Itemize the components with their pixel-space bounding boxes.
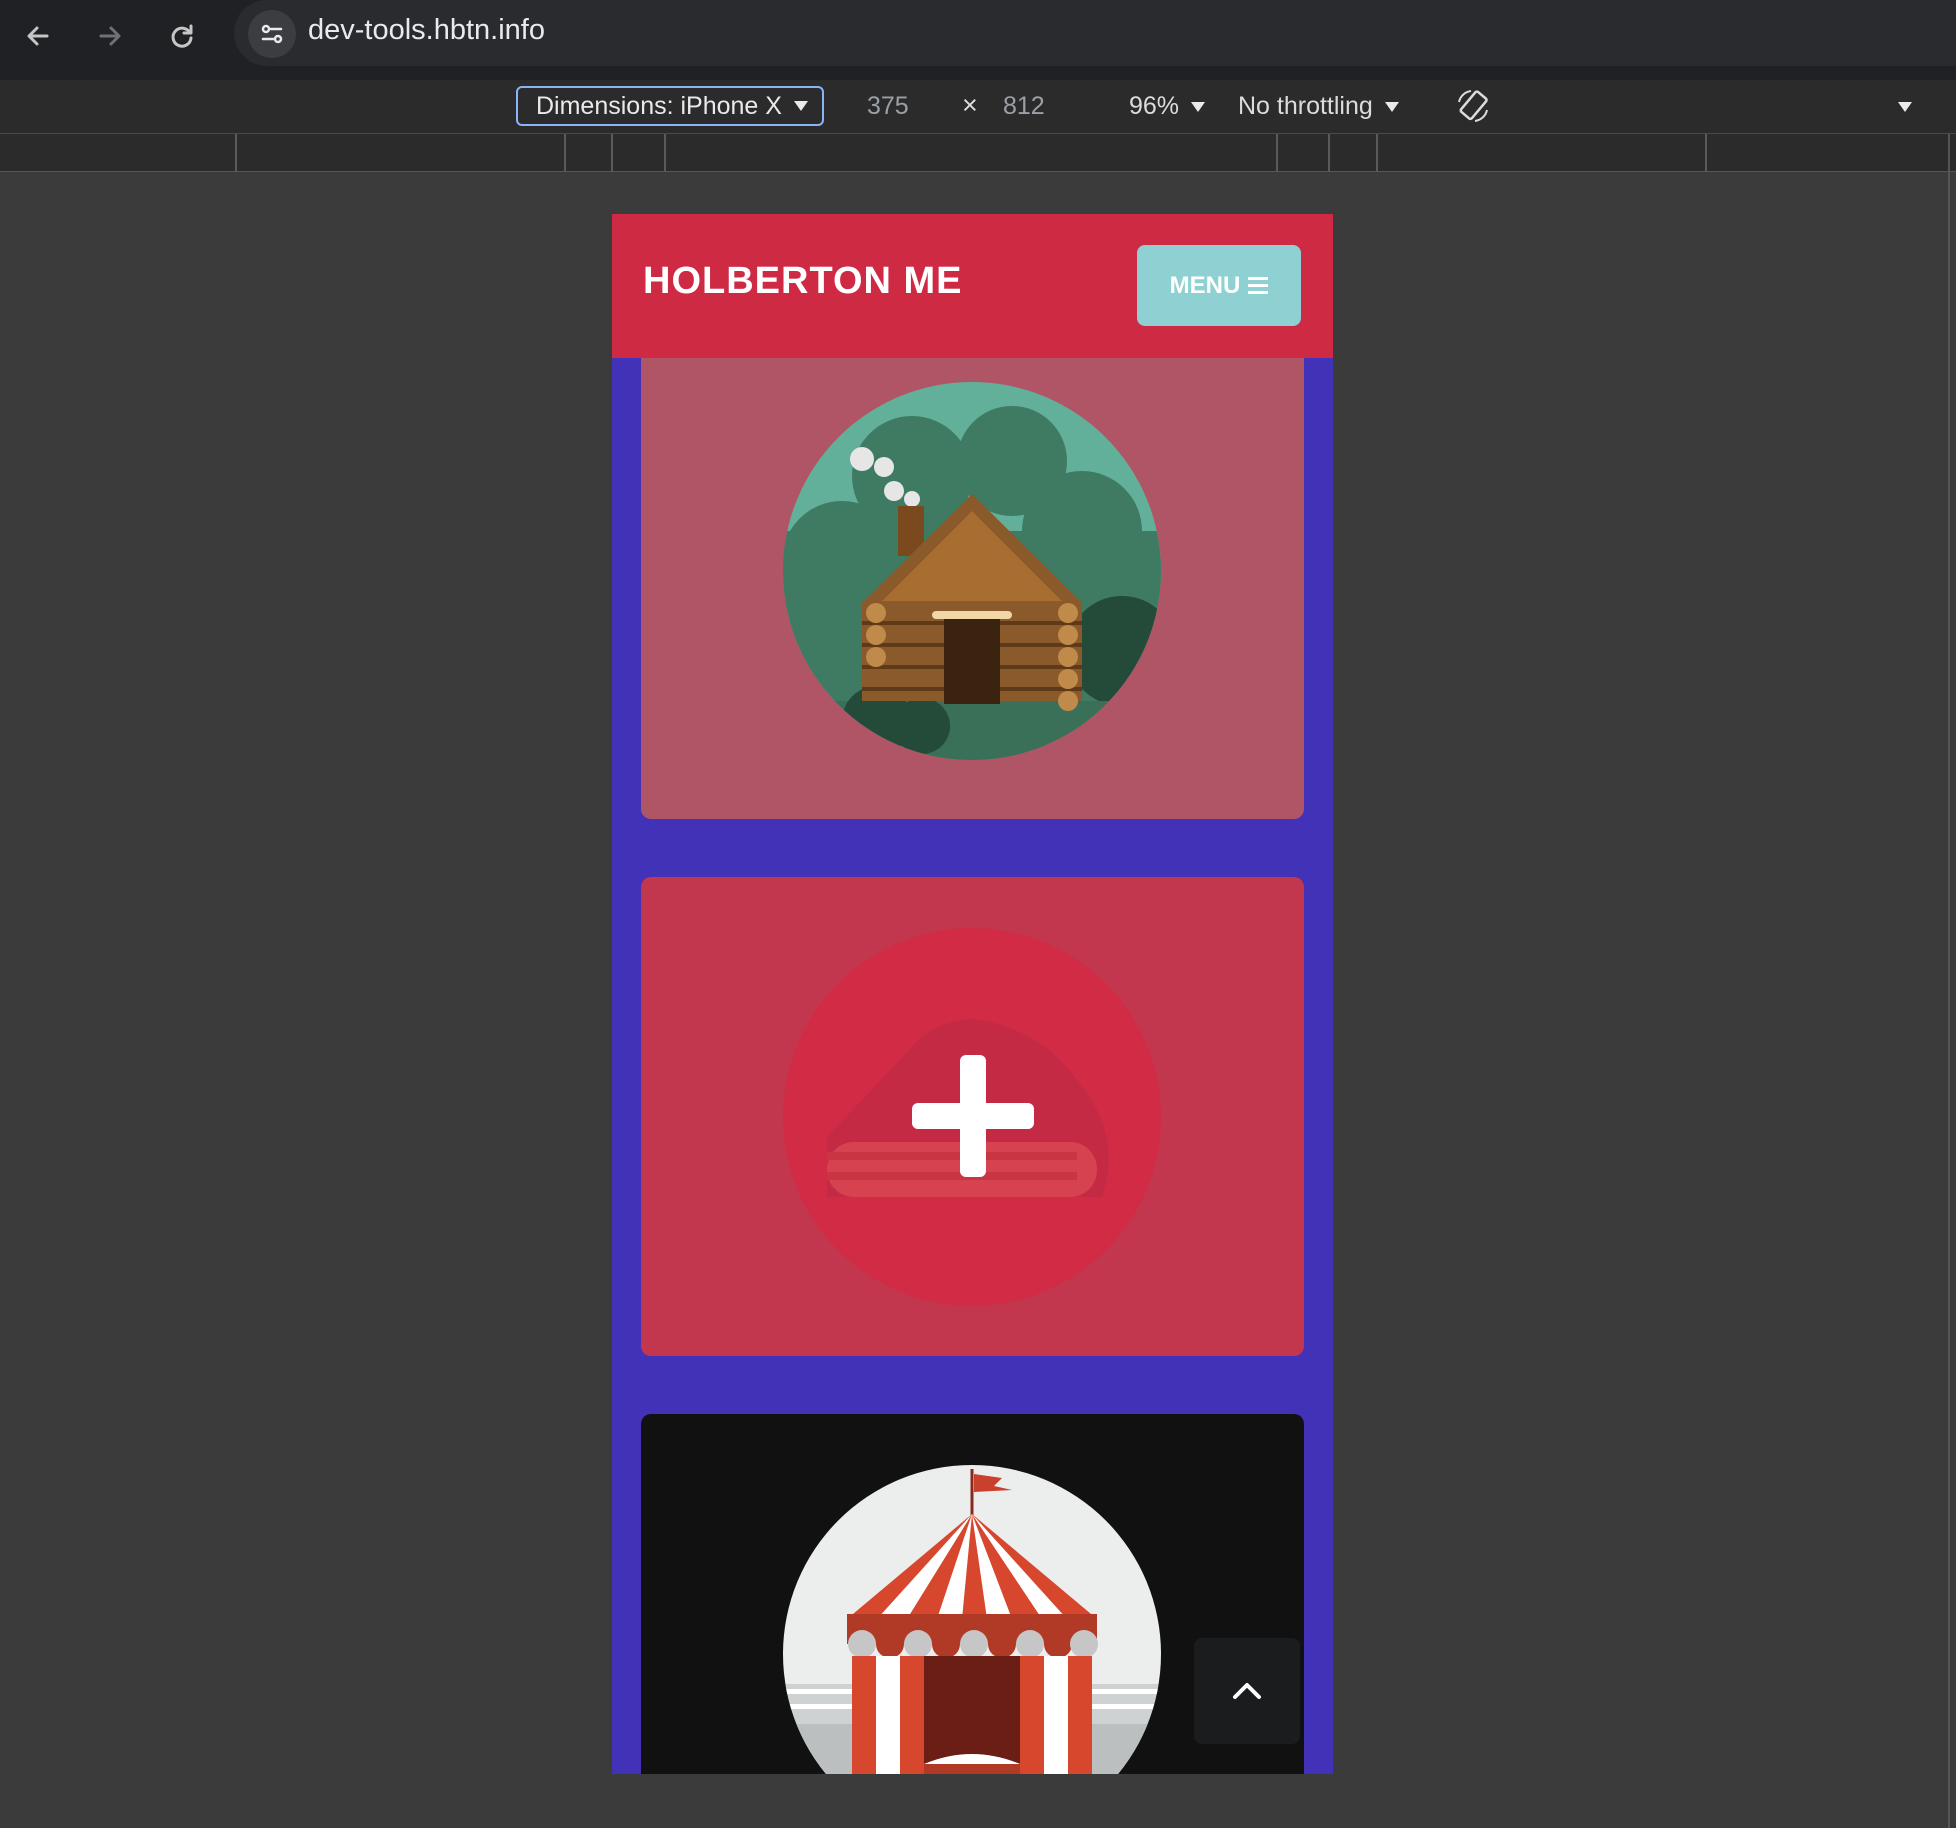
zoom-label: 96% [1129, 92, 1180, 120]
circus-tent-illustration [783, 1465, 1161, 1774]
width-input[interactable]: 375 [867, 92, 909, 121]
card-first-aid[interactable] [641, 877, 1304, 1356]
dimensions-label: Dimensions: iPhone X [536, 91, 782, 120]
reload-icon [171, 24, 193, 48]
throttling-label: No throttling [1238, 92, 1373, 120]
reload-button[interactable] [158, 12, 206, 60]
back-button[interactable] [14, 12, 62, 60]
caret-down-icon [1191, 101, 1206, 112]
ruler-mark[interactable] [611, 134, 613, 172]
back-to-top-button[interactable] [1194, 1638, 1300, 1744]
site-title[interactable]: HOLBERTON ME [643, 260, 963, 303]
height-input[interactable]: 812 [1003, 92, 1045, 121]
device-viewport: HOLBERTON ME MENU [612, 214, 1333, 1774]
ruler-mark[interactable] [1376, 134, 1378, 172]
panel-divider[interactable] [1948, 134, 1950, 1828]
ruler-mark[interactable] [664, 134, 666, 172]
ruler-mark[interactable] [1705, 134, 1707, 172]
menu-button[interactable]: MENU [1137, 245, 1301, 326]
chevron-up-icon [1233, 1683, 1261, 1699]
back-arrow-icon [27, 26, 49, 46]
menu-label: MENU [1169, 271, 1241, 299]
dimensions-select[interactable]: Dimensions: iPhone X [516, 86, 824, 126]
more-options-icon[interactable] [1898, 102, 1912, 112]
ruler-mark[interactable] [1276, 134, 1278, 172]
ruler-mark[interactable] [235, 134, 237, 172]
forward-arrow-icon [99, 26, 121, 46]
ruler-mark[interactable] [564, 134, 566, 172]
hamburger-icon [1248, 276, 1269, 295]
site-settings-icon [261, 24, 283, 44]
device-toolbar: Dimensions: iPhone X 375 × 812 96% No th… [0, 80, 1956, 134]
log-cabin-illustration [783, 382, 1161, 760]
media-query-ruler [0, 134, 1956, 172]
caret-down-icon [793, 101, 808, 111]
ruler-mark[interactable] [1328, 134, 1330, 172]
zoom-select[interactable]: 96% [1129, 92, 1206, 121]
site-settings-button[interactable] [248, 10, 296, 58]
site-header: HOLBERTON ME MENU [612, 214, 1333, 358]
caret-down-icon [1384, 101, 1399, 112]
card-cabin[interactable] [641, 344, 1304, 819]
url-text[interactable]: dev-tools.hbtn.info [308, 14, 545, 47]
throttling-select[interactable]: No throttling [1238, 92, 1399, 121]
browser-toolbar: dev-tools.hbtn.info [0, 0, 1956, 80]
forward-button[interactable] [86, 12, 134, 60]
times-icon: × [962, 90, 978, 120]
first-aid-plus-illustration [783, 928, 1161, 1306]
rotate-icon[interactable] [1453, 86, 1493, 126]
